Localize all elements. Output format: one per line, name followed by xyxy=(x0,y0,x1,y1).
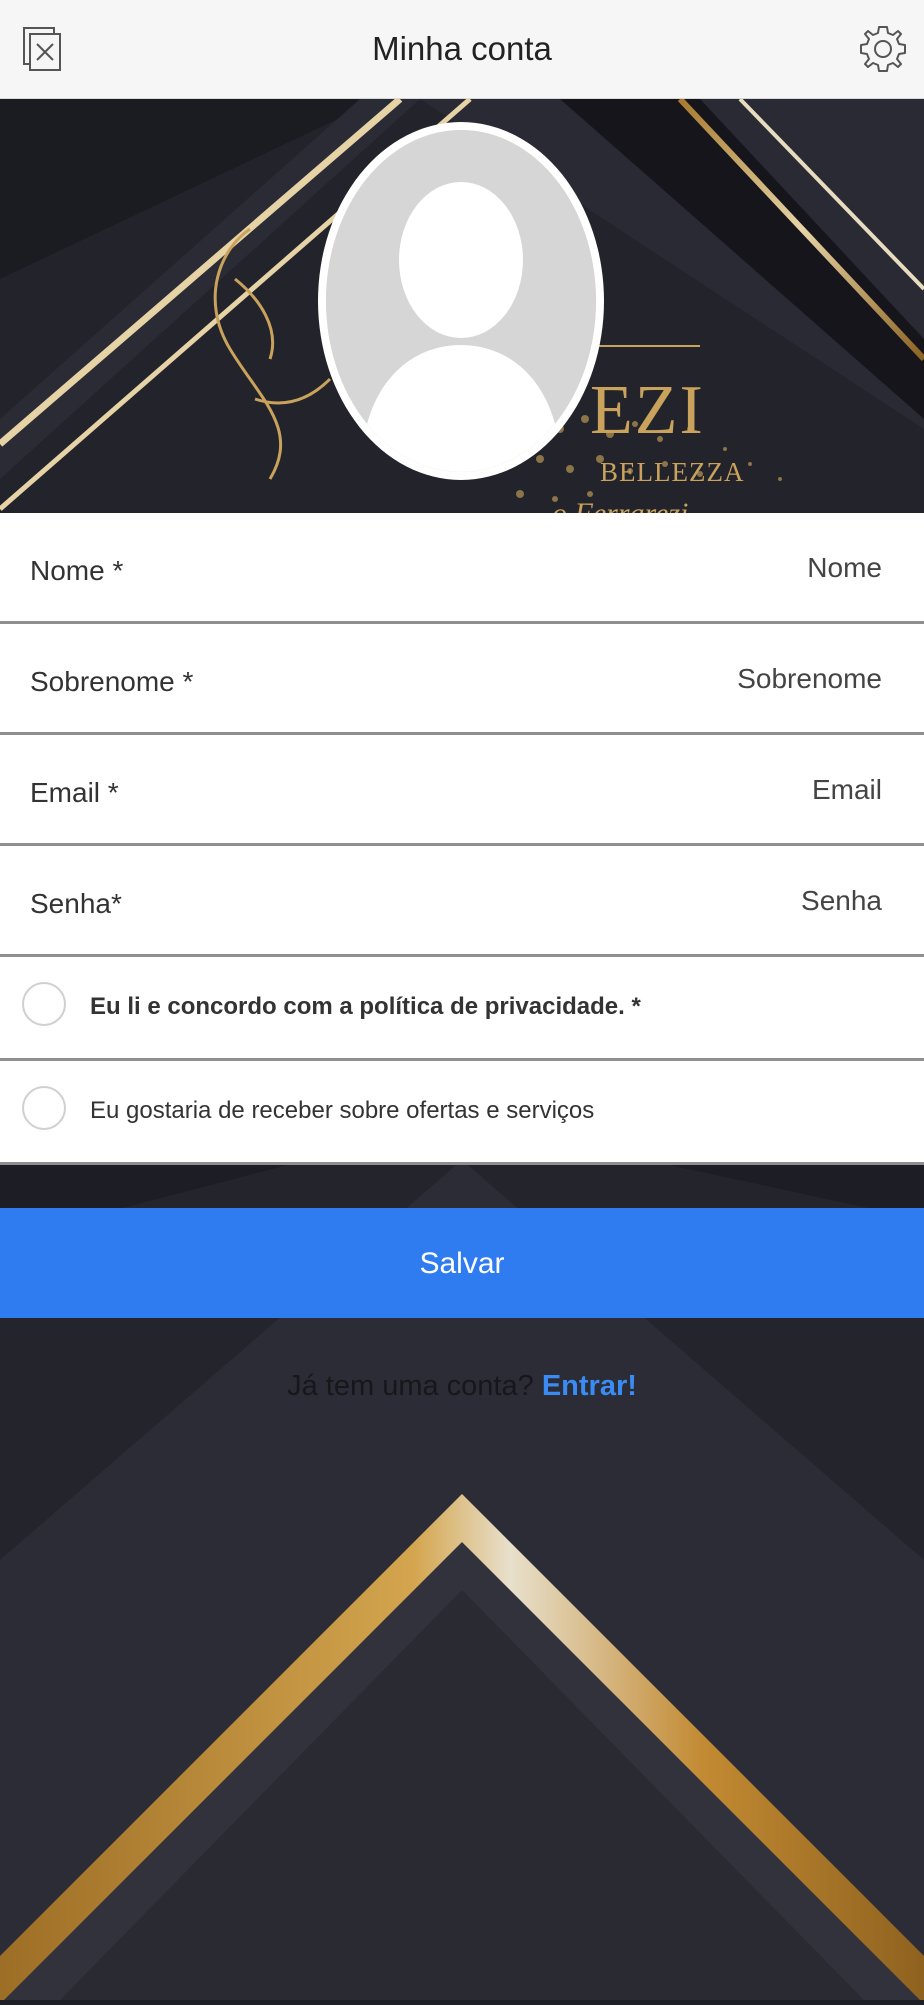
privacy-checkbox[interactable] xyxy=(22,982,66,1026)
top-bar: Minha conta xyxy=(0,0,924,99)
last-name-row: Sobrenome * xyxy=(0,624,924,735)
offers-optin-row[interactable]: Eu gostaria de receber sobre ofertas e s… xyxy=(0,1061,924,1165)
first-name-row: Nome * xyxy=(0,513,924,624)
email-label: Email * xyxy=(30,777,119,808)
password-input[interactable] xyxy=(460,880,884,922)
first-name-label: Nome * xyxy=(30,555,124,586)
page-title: Minha conta xyxy=(372,30,552,67)
login-prompt: Já tem uma conta? Entrar! xyxy=(0,1370,924,1403)
brand-logo-signature: o Ferrarezi xyxy=(552,497,688,513)
brand-logo-subtitle: BELLEZZA xyxy=(600,457,745,487)
brand-logo-text: EZI xyxy=(590,372,705,449)
account-form: Nome * Sobrenome * Email * Senha* Eu li … xyxy=(0,513,924,1165)
privacy-consent-row[interactable]: Eu li e concordo com a política de priva… xyxy=(0,957,924,1061)
privacy-consent-label: Eu li e concordo com a política de priva… xyxy=(90,993,641,1020)
last-name-label: Sobrenome * xyxy=(30,666,194,697)
password-row: Senha* xyxy=(0,846,924,957)
email-input[interactable] xyxy=(460,769,884,811)
email-row: Email * xyxy=(0,735,924,846)
login-question: Já tem uma conta? xyxy=(287,1370,534,1402)
gear-icon[interactable] xyxy=(856,22,910,76)
login-link[interactable]: Entrar! xyxy=(542,1370,637,1402)
offers-checkbox[interactable] xyxy=(22,1086,66,1130)
offers-optin-label: Eu gostaria de receber sobre ofertas e s… xyxy=(90,1097,595,1124)
save-button[interactable]: Salvar xyxy=(0,1208,924,1318)
last-name-input[interactable] xyxy=(460,658,884,700)
user-silhouette-icon xyxy=(326,130,596,472)
first-name-input[interactable] xyxy=(460,547,884,589)
password-label: Senha* xyxy=(30,888,122,919)
avatar[interactable] xyxy=(318,122,604,480)
